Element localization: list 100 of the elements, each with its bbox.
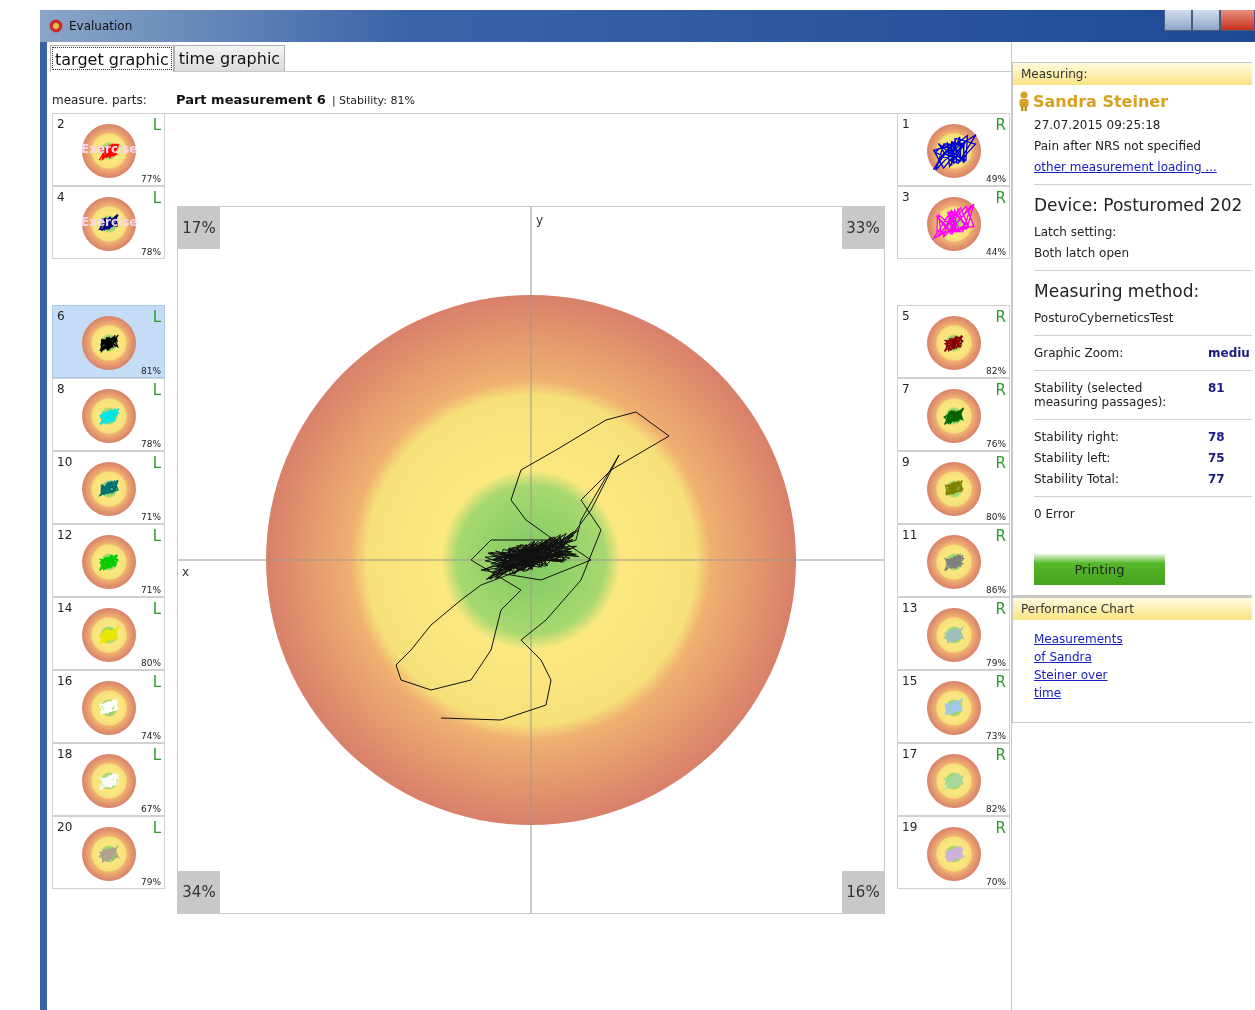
stability-percent: 80%: [141, 658, 161, 668]
target-rings: [82, 462, 136, 516]
load-link[interactable]: other measurement loading ...: [1034, 160, 1217, 174]
stat-value: 77: [1208, 472, 1225, 486]
app-icon: [49, 19, 63, 33]
target-rings: [82, 535, 136, 589]
part-thumbnail[interactable]: 13 R 79%: [897, 597, 1010, 670]
side-label: L: [152, 308, 161, 326]
part-title: Part measurement 6: [176, 92, 326, 107]
part-thumbnail[interactable]: 11 R 86%: [897, 524, 1010, 597]
device-label: Device: Posturomed 202: [1034, 195, 1244, 215]
tab[interactable]: target graphic: [50, 45, 174, 72]
stability-percent: 78%: [141, 247, 161, 257]
method-title: Measuring method:: [1034, 281, 1201, 301]
part-number: 1: [902, 117, 910, 131]
stability-percent: 81%: [141, 366, 161, 376]
part-number: 4: [57, 190, 65, 204]
part-thumbnail[interactable]: 6 L 81%: [52, 305, 165, 378]
part-thumbnail[interactable]: 18 L 67%: [52, 743, 165, 816]
maximize-button[interactable]: [1192, 10, 1220, 31]
window-title: Evaluation: [69, 19, 133, 33]
side-label: L: [152, 819, 161, 837]
quadrant-label: 17%: [178, 207, 220, 249]
part-thumbnail[interactable]: 10 L 71%: [52, 451, 165, 524]
stat-label: Stability left:: [1034, 451, 1112, 465]
stat-value: mediu: [1208, 346, 1250, 360]
target-rings: [927, 462, 981, 516]
part-number: 5: [902, 309, 910, 323]
side-label: R: [995, 746, 1006, 764]
part-thumbnail[interactable]: 15 R 73%: [897, 670, 1010, 743]
target-rings: [82, 681, 136, 735]
part-thumbnail[interactable]: 1 R 49%: [897, 113, 1010, 186]
stability-percent: 74%: [141, 731, 161, 741]
stability-percent: 77%: [141, 174, 161, 184]
stability-percent: 71%: [141, 585, 161, 595]
target-rings: [82, 754, 136, 808]
person-icon: [1018, 91, 1030, 111]
section-header: Performance Chart: [1013, 598, 1252, 620]
part-thumbnail[interactable]: 8 L 78%: [52, 378, 165, 451]
latch-label: Latch setting:: [1034, 225, 1118, 239]
target-rings: [927, 197, 981, 251]
parts-label: measure. parts:: [52, 93, 148, 107]
part-thumbnail[interactable]: 5 R 82%: [897, 305, 1010, 378]
stability-percent: 76%: [986, 439, 1006, 449]
target-rings: [927, 535, 981, 589]
minimize-button[interactable]: [1164, 10, 1192, 31]
stat-label: Stability right:: [1034, 430, 1121, 444]
side-label: L: [152, 527, 161, 545]
stat-value: 78: [1208, 430, 1225, 444]
side-label: L: [152, 746, 161, 764]
side-label: R: [995, 527, 1006, 545]
performance-link[interactable]: Measurements of Sandra Steiner over time: [1034, 630, 1130, 702]
quadrant-label: 34%: [178, 871, 220, 913]
side-label: R: [995, 819, 1006, 837]
part-thumbnail[interactable]: 19 R 70%: [897, 816, 1010, 889]
stat-label: Stability (selected measuring passages):: [1034, 381, 1168, 409]
target-rings: [82, 389, 136, 443]
part-thumbnail[interactable]: 14 L 80%: [52, 597, 165, 670]
error-count: 0 Error: [1034, 507, 1076, 521]
stability-percent: 82%: [986, 804, 1006, 814]
stability-percent: 82%: [986, 366, 1006, 376]
side-label: L: [152, 600, 161, 618]
part-number: 2: [57, 117, 65, 131]
target-rings: [927, 608, 981, 662]
part-thumbnail[interactable]: 3 R 44%: [897, 186, 1010, 259]
target-rings: [927, 827, 981, 881]
side-label: R: [995, 308, 1006, 326]
part-thumbnail[interactable]: 16 L 74%: [52, 670, 165, 743]
target-rings: [927, 389, 981, 443]
quadrant-label: 16%: [842, 871, 884, 913]
tab[interactable]: time graphic: [173, 45, 286, 71]
side-label: L: [152, 673, 161, 691]
print-button[interactable]: Printing: [1034, 554, 1165, 585]
part-thumbnail[interactable]: 9 R 80%: [897, 451, 1010, 524]
part-number: 20: [57, 820, 73, 834]
target-rings: [82, 197, 136, 251]
part-thumbnail[interactable]: 12 L 71%: [52, 524, 165, 597]
side-label: R: [995, 454, 1006, 472]
side-label: R: [995, 189, 1006, 207]
part-thumbnail[interactable]: 17 R 82%: [897, 743, 1010, 816]
overlay-label: Exercise: [81, 215, 138, 229]
axis-label: x: [182, 565, 190, 579]
part-number: 6: [57, 309, 65, 323]
side-label: R: [995, 116, 1006, 134]
part-number: 11: [902, 528, 918, 542]
part-number: 18: [57, 747, 73, 761]
part-number: 19: [902, 820, 918, 834]
stability-label: | Stability: 81%: [331, 94, 415, 107]
method-value: PosturoCyberneticsTest: [1034, 311, 1175, 325]
part-number: 7: [902, 382, 910, 396]
part-thumbnail[interactable]: 7 R 76%: [897, 378, 1010, 451]
part-number: 14: [57, 601, 73, 615]
side-label: L: [152, 381, 161, 399]
part-number: 16: [57, 674, 73, 688]
part-number: 9: [902, 455, 910, 469]
part-number: 8: [57, 382, 65, 396]
latch-value: Both latch open: [1034, 246, 1131, 260]
close-button[interactable]: [1220, 10, 1255, 31]
part-thumbnail[interactable]: 20 L 79%: [52, 816, 165, 889]
part-thumbnail[interactable]: 4 L 78% Exercise: [52, 186, 165, 259]
